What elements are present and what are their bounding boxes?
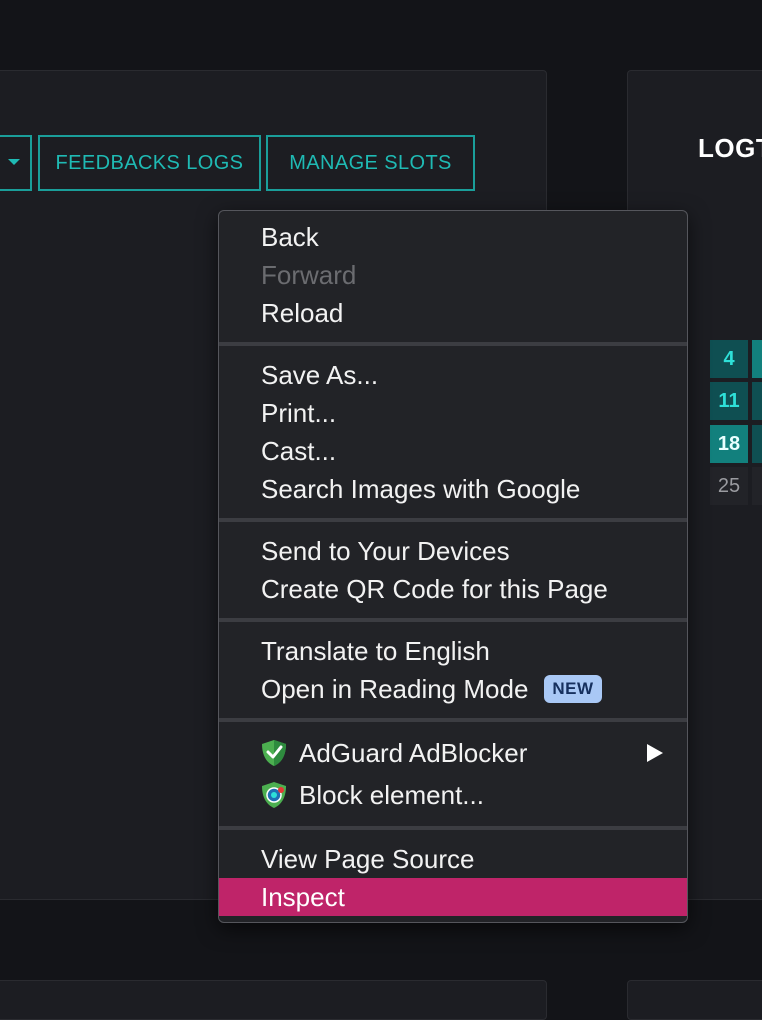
calendar-day[interactable]: 18 — [710, 425, 748, 463]
menu-item-translate[interactable]: Translate to English — [219, 632, 687, 670]
menu-item-inspect[interactable]: Inspect — [219, 878, 687, 916]
menu-item-back[interactable]: Back — [219, 218, 687, 256]
calendar-day[interactable] — [752, 467, 762, 505]
menu-item-search-images[interactable]: Search Images with Google — [219, 470, 687, 508]
menu-item-reload[interactable]: Reload — [219, 294, 687, 332]
menu-separator — [219, 618, 687, 622]
feedbacks-logs-button[interactable]: FEEDBACKS LOGS — [38, 135, 261, 191]
menu-item-save-as[interactable]: Save As... — [219, 356, 687, 394]
menu-item-adguard[interactable]: AdGuard AdBlocker — [219, 733, 687, 773]
menu-separator — [219, 518, 687, 522]
new-badge: NEW — [544, 675, 602, 703]
menu-item-forward: Forward — [261, 259, 357, 290]
calendar-day[interactable]: 11 — [710, 382, 748, 420]
calendar-day[interactable]: 4 — [710, 340, 748, 378]
calendar-day[interactable]: 25 — [710, 467, 748, 505]
menu-separator — [219, 718, 687, 722]
menu-item-reading-mode[interactable]: Open in Reading Mode NEW — [219, 670, 687, 708]
reading-mode-label: Open in Reading Mode — [261, 673, 529, 704]
calendar-day[interactable] — [752, 382, 762, 420]
menu-item-cast[interactable]: Cast... — [219, 432, 687, 470]
right-panel-title: LOGT — [698, 133, 762, 163]
menu-item-view-source[interactable]: View Page Source — [219, 840, 687, 878]
menu-separator — [219, 826, 687, 830]
context-menu: Back Forward Reload Save As... Print... … — [218, 210, 688, 923]
manage-slots-button[interactable]: MANAGE SLOTS — [266, 135, 475, 191]
adguard-shield-icon — [259, 738, 289, 768]
right-bottom-panel — [627, 980, 762, 1020]
dropdown-button[interactable] — [0, 135, 32, 191]
menu-item-block-element[interactable]: Block element... — [219, 775, 687, 815]
submenu-arrow-icon — [647, 744, 663, 762]
block-element-label: Block element... — [299, 779, 484, 810]
adguard-label: AdGuard AdBlocker — [299, 737, 528, 768]
menu-item-print[interactable]: Print... — [219, 394, 687, 432]
menu-item-send-devices[interactable]: Send to Your Devices — [219, 532, 687, 570]
calendar-day[interactable] — [752, 425, 762, 463]
menu-item-qr-code[interactable]: Create QR Code for this Page — [219, 570, 687, 608]
calendar-day[interactable] — [752, 340, 762, 378]
menu-separator — [219, 342, 687, 346]
left-bottom-panel — [0, 980, 547, 1020]
caret-down-icon — [8, 159, 20, 165]
adguard-block-icon — [259, 780, 289, 810]
